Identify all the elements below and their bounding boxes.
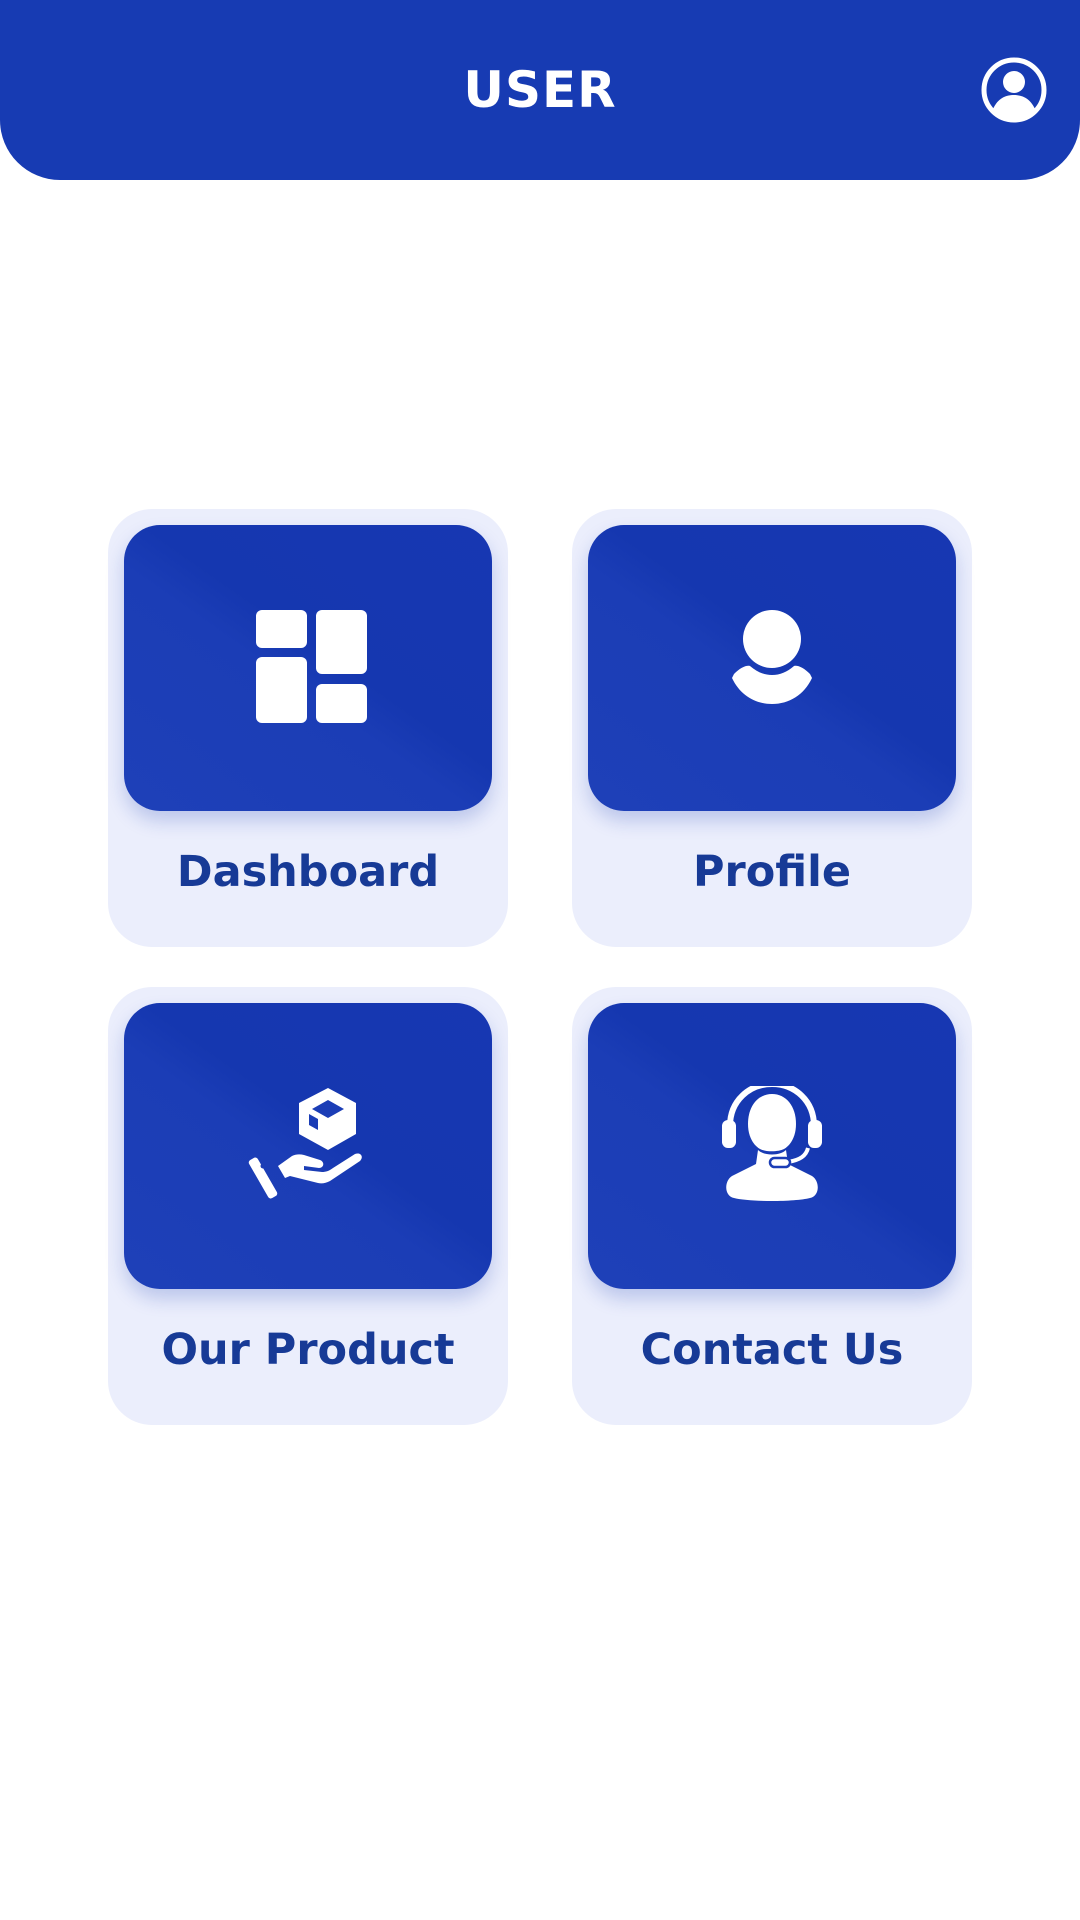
product-in-hand-icon	[248, 1088, 362, 1199]
tile-label: Dashboard	[176, 847, 440, 897]
menu-tile-our-product[interactable]: Our Product	[108, 987, 508, 1425]
person-icon	[732, 610, 812, 704]
page-title: USER	[463, 61, 617, 119]
app-header: USER	[0, 0, 1080, 180]
tile-card	[124, 1003, 492, 1289]
user-circle-icon	[981, 57, 1047, 123]
tile-label: Profile	[692, 847, 852, 897]
menu-tile-contact-us[interactable]: Contact Us	[572, 987, 972, 1425]
account-button[interactable]	[980, 56, 1048, 124]
tile-card	[124, 525, 492, 811]
dashboard-icon	[256, 610, 367, 723]
tile-card	[588, 1003, 956, 1289]
tile-label: Contact Us	[640, 1325, 904, 1375]
tile-label: Our Product	[161, 1325, 455, 1375]
tile-card	[588, 525, 956, 811]
menu-tile-profile[interactable]: Profile	[572, 509, 972, 947]
headset-support-icon	[722, 1086, 822, 1201]
menu-tile-dashboard[interactable]: Dashboard	[108, 509, 508, 947]
